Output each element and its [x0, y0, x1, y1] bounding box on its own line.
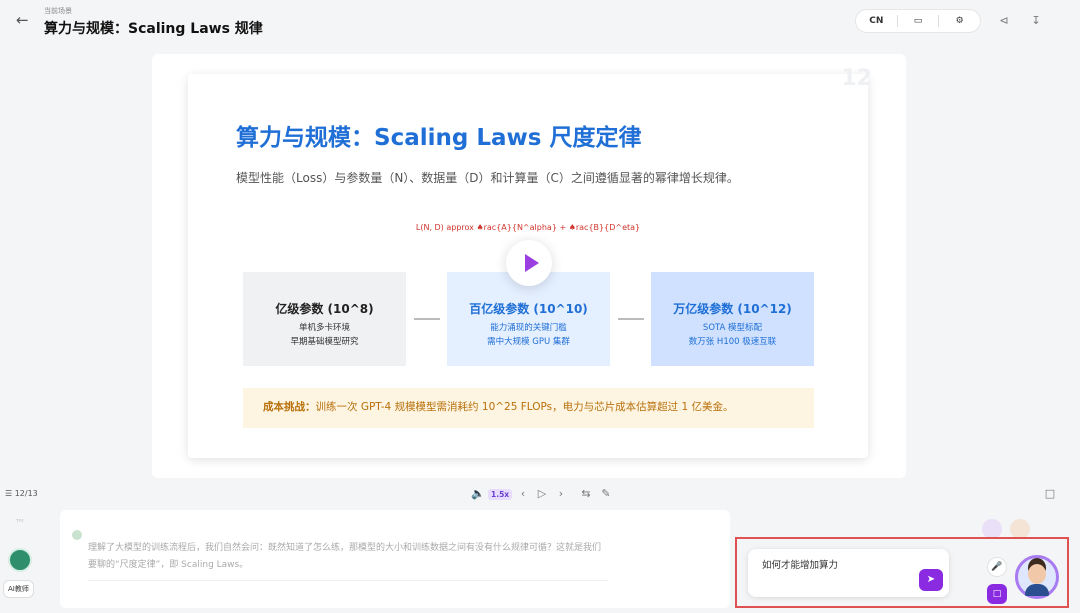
- cost-notice: 成本挑战：训练一次 GPT-4 规模模型需消耗约 10^25 FLOPs，电力与…: [243, 388, 814, 428]
- box-line: 能力涌现的关键门槛: [447, 321, 610, 335]
- param-box-1e10: 百亿级参数 (10^10) 能力涌现的关键门槛 需中大规模 GPU 集群: [447, 272, 610, 366]
- monitor-icon[interactable]: ▭: [898, 16, 939, 26]
- slide-stage: 12 算力与规模：Scaling Laws 尺度定律 模型性能（Loss）与参数…: [152, 54, 906, 478]
- box-title: 亿级参数 (10^8): [243, 300, 406, 317]
- slide-subtitle: 模型性能（Loss）与参数量（N）、数据量（D）和计算量（C）之间遵循显著的幂律…: [236, 169, 739, 186]
- box-line: 早期基础模型研究: [243, 335, 406, 349]
- avatar[interactable]: [1015, 555, 1059, 599]
- left-rail: ™ AI教师: [0, 510, 42, 613]
- box-line: 需中大规模 GPU 集群: [447, 335, 610, 349]
- speaker-icon: [72, 530, 82, 540]
- page-number: 12/13: [15, 489, 38, 498]
- box-title: 百亿级参数 (10^10): [447, 300, 610, 317]
- slide-formula: L(N, D) approx ♠rac{A}{N^alpha} + ♠rac{B…: [188, 223, 868, 232]
- page-indicator: ☰ 12/13: [5, 489, 38, 498]
- slide-page-watermark: 12: [841, 66, 872, 91]
- gear-icon[interactable]: ⚙: [939, 16, 980, 26]
- ask-highlight: ➤ 🎤 □: [735, 537, 1069, 608]
- speed-button[interactable]: 1.5x: [488, 489, 512, 500]
- download-icon[interactable]: ↧: [1028, 13, 1044, 29]
- connector: [618, 318, 644, 320]
- ask-input[interactable]: [762, 558, 912, 569]
- box-title: 万亿级参数 (10^12): [651, 300, 814, 317]
- book-icon[interactable]: ™: [12, 516, 28, 532]
- avatar[interactable]: [1010, 519, 1030, 539]
- mic-icon[interactable]: 🎤: [987, 557, 1007, 577]
- param-box-1e12: 万亿级参数 (10^12) SOTA 模型标配 数万张 H100 极速互联: [651, 272, 814, 366]
- avatar[interactable]: [8, 548, 32, 572]
- box-line: SOTA 模型标配: [651, 321, 814, 335]
- view-controls: CN ▭ ⚙: [855, 9, 981, 33]
- divider: [88, 580, 608, 581]
- volume-icon[interactable]: 🔈: [470, 486, 486, 502]
- ask-box: ➤: [748, 549, 949, 597]
- pen-icon[interactable]: ✎: [598, 486, 614, 502]
- send-icon[interactable]: ➤: [919, 569, 943, 591]
- loop-icon[interactable]: ⇆: [578, 486, 594, 502]
- back-arrow-icon[interactable]: ←: [16, 12, 32, 28]
- share-icon[interactable]: ⊲: [996, 13, 1012, 29]
- play-small-icon[interactable]: ▷: [534, 486, 550, 502]
- connector: [414, 318, 440, 320]
- box-line: 单机多卡环境: [243, 321, 406, 335]
- play-icon[interactable]: [506, 240, 552, 286]
- transcript-text: 理解了大模型的训练流程后，我们自然会问：既然知道了怎么练，那模型的大小和训练数据…: [88, 540, 608, 574]
- notice-text: 训练一次 GPT-4 规模模型需消耗约 10^25 FLOPs，电力与芯片成本估…: [316, 401, 734, 413]
- page-title: 算力与规模：Scaling Laws 规律: [44, 18, 263, 38]
- top-bar: ← 当前场景 算力与规模：Scaling Laws 规律 CN ▭ ⚙ ⊲ ↧: [0, 0, 1080, 48]
- prev-icon[interactable]: ‹: [515, 486, 531, 502]
- param-box-1e8: 亿级参数 (10^8) 单机多卡环境 早期基础模型研究: [243, 272, 406, 366]
- notice-label: 成本挑战：: [263, 401, 316, 413]
- avatar[interactable]: [982, 519, 1002, 539]
- next-icon[interactable]: ›: [553, 486, 569, 502]
- slide: 12 算力与规模：Scaling Laws 尺度定律 模型性能（Loss）与参数…: [188, 74, 868, 458]
- box-line: 数万张 H100 极速互联: [651, 335, 814, 349]
- chat-icon[interactable]: □: [987, 584, 1007, 604]
- language-toggle[interactable]: CN: [856, 16, 897, 26]
- slide-title: 算力与规模：Scaling Laws 尺度定律: [236, 118, 641, 152]
- transcript-panel: 理解了大模型的训练流程后，我们自然会问：既然知道了怎么练，那模型的大小和训练数据…: [60, 510, 730, 608]
- comment-icon[interactable]: □: [1042, 486, 1058, 502]
- ai-teacher-label: AI教师: [3, 580, 34, 598]
- player-toolbar: ☰ 12/13 🔈 1.5x ‹ ▷ › ⇆ ✎ □: [0, 486, 1080, 506]
- breadcrumb: 当前场景: [44, 6, 72, 16]
